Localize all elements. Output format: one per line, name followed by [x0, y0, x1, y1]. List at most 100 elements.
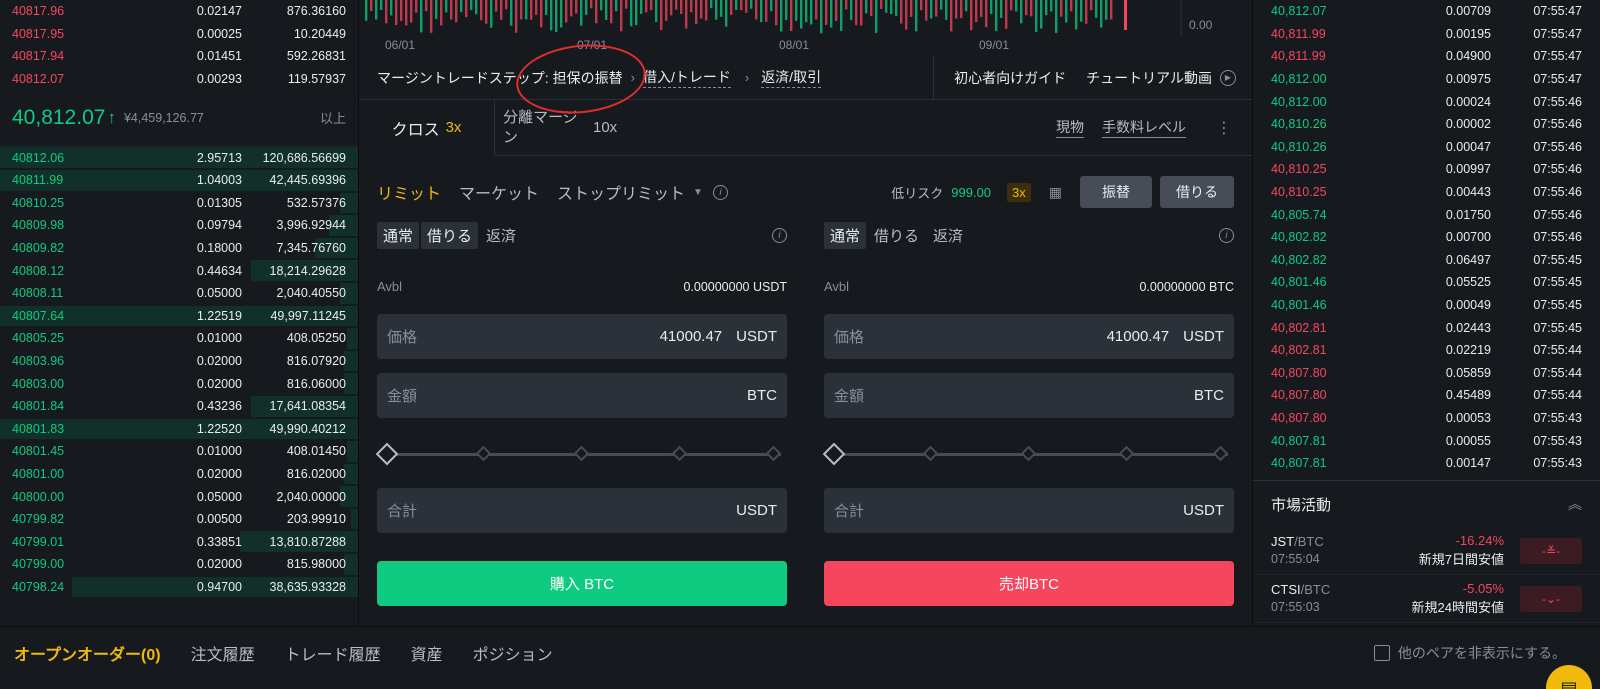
beginner-guide-link[interactable]: 初心者向けガイド	[933, 55, 1086, 100]
bid-total: 2,040.40550	[276, 286, 346, 301]
hide-other-pairs-checkbox[interactable]	[1373, 645, 1390, 661]
buy-total-field[interactable]: 合計 USDT	[377, 488, 787, 533]
bid-row[interactable]: 40799.82 0.00500 203.99910	[0, 508, 358, 531]
step-borrow-trade[interactable]: 借入/トレード	[642, 67, 731, 88]
tab-assets[interactable]: 資産	[411, 641, 443, 665]
bid-row[interactable]: 40810.25 0.01305 532.57376	[0, 192, 358, 215]
sell-price-field[interactable]: 価格 41000.47 USDT	[824, 314, 1234, 359]
volume-bar	[935, 0, 938, 17]
buy-amount-slider[interactable]	[375, 432, 787, 476]
buy-price-value[interactable]: 41000.47	[660, 328, 723, 345]
ma-mid: -16.24% 新規7日間安値	[1391, 532, 1504, 568]
bid-row[interactable]: 40803.00 0.02000 816.06000	[0, 372, 358, 395]
info-icon[interactable]: i	[1219, 227, 1234, 243]
volume-bar	[760, 0, 763, 23]
tab-cross[interactable]: クロス 3x	[359, 99, 495, 156]
buy-button[interactable]: 購入 BTC	[377, 561, 787, 606]
spot-link[interactable]: 現物	[1056, 117, 1084, 138]
order-type-market[interactable]: マーケット	[459, 180, 539, 204]
buy-mode-normal[interactable]: 通常	[377, 221, 420, 249]
bid-row[interactable]: 40812.06 2.95713 120,686.56699	[0, 146, 358, 169]
bid-row[interactable]: 40801.00 0.02000 816.02000	[0, 463, 358, 486]
ask-row[interactable]: 40817.94 0.01451 592.26831	[0, 45, 358, 68]
bid-row[interactable]: 40803.96 0.02000 816.07920	[0, 350, 358, 373]
bid-row[interactable]: 40809.98 0.09794 3,996.92944	[0, 214, 358, 237]
hide-other-pairs[interactable]: 他のペアを非表示にする。	[1373, 643, 1566, 663]
bid-row[interactable]: 40807.64 1.22519 49,997.11245	[0, 305, 358, 328]
bid-row[interactable]: 40809.82 0.18000 7,345.76760	[0, 237, 358, 260]
market-activity-item[interactable]: CTSI/BTC 07:55:03 -5.05% 新規24時間安値 -⌄-	[1253, 575, 1600, 623]
bid-row[interactable]: 40798.24 0.94700 38,635.93328	[0, 576, 358, 599]
bid-total: 408.05250	[286, 331, 346, 346]
info-icon[interactable]: i	[712, 184, 728, 200]
more-options-icon[interactable]: ⋮	[1216, 118, 1232, 138]
tutorial-video-link[interactable]: チュートリアル動画 ▶	[1086, 68, 1252, 88]
bid-row[interactable]: 40808.12 0.44634 18,214.29628	[0, 259, 358, 282]
sell-mode-repay[interactable]: 返済	[927, 222, 969, 249]
ask-row[interactable]: 40817.95 0.00025 10.20449	[0, 23, 358, 46]
sell-mode-borrow[interactable]: 借りる	[868, 222, 925, 249]
slider-step-75[interactable]	[1118, 445, 1135, 462]
trade-row: 40,810.25 0.00443 07:55:46	[1253, 181, 1600, 204]
slider-handle[interactable]	[822, 442, 846, 466]
buy-amount-field[interactable]: 金額 BTC	[377, 373, 787, 418]
bid-row[interactable]: 40801.45 0.01000 408.01450	[0, 440, 358, 463]
slider-step-75[interactable]	[671, 445, 688, 462]
buy-mode-borrow[interactable]: 借りる	[421, 221, 479, 249]
sell-amount-field[interactable]: 金額 BTC	[824, 373, 1234, 418]
slider-step-50[interactable]	[573, 445, 590, 462]
sell-amount-slider[interactable]	[822, 432, 1234, 476]
more-link[interactable]: 以上	[320, 108, 346, 127]
volume-bar	[1015, 0, 1018, 12]
bid-row[interactable]: 40811.99 1.04003 42,445.69396	[0, 169, 358, 192]
tab-open-orders[interactable]: オープンオーダー(0)	[14, 641, 161, 665]
step-repay[interactable]: 返済/取引	[761, 67, 822, 88]
volume-bar	[750, 0, 753, 9]
slider-step-25[interactable]	[475, 445, 492, 462]
trade-time: 07:55:44	[1533, 343, 1582, 358]
sell-total-unit: USDT	[1183, 502, 1224, 519]
tab-positions[interactable]: ポジション	[473, 641, 553, 665]
borrow-button[interactable]: 借りる	[1160, 176, 1234, 208]
ask-row[interactable]: 40812.07 0.00293 119.57937	[0, 68, 358, 91]
collapse-icon[interactable]: ︽	[1568, 494, 1582, 514]
volume-bar	[970, 0, 973, 31]
slider-step-100[interactable]	[1212, 445, 1229, 462]
slider-step-100[interactable]	[765, 445, 782, 462]
last-price-row[interactable]: 40,812.07 ↑ ¥4,459,126.77 以上	[0, 90, 358, 147]
caret-down-icon[interactable]: ▼	[693, 187, 703, 198]
market-activity-item[interactable]: JST/BTC 07:55:04 -16.24% 新規7日間安値 -≚-	[1253, 527, 1600, 575]
transfer-button[interactable]: 振替	[1080, 176, 1152, 208]
buy-price-field[interactable]: 価格 41000.47 USDT	[377, 314, 787, 359]
bid-row[interactable]: 40805.25 0.01000 408.05250	[0, 327, 358, 350]
volume-bar	[635, 0, 638, 26]
ask-row[interactable]: 40817.96 0.02147 876.36160	[0, 0, 358, 23]
tab-trade-history[interactable]: トレード履歴	[285, 641, 381, 665]
sell-mode-normal[interactable]: 通常	[824, 221, 867, 249]
order-type-stop-limit[interactable]: ストップリミット	[557, 180, 685, 204]
depth-volume-chart: 06/01 07/01 08/01 09/01 0.00	[359, 0, 1252, 56]
sell-price-value[interactable]: 41000.47	[1107, 328, 1170, 345]
volume-bar	[370, 0, 373, 12]
order-type-limit[interactable]: リミット	[377, 180, 441, 204]
sell-button[interactable]: 売却BTC	[824, 561, 1234, 606]
bid-row[interactable]: 40800.00 0.05000 2,040.00000	[0, 485, 358, 508]
market-trades-panel: 40,812.07 0.00709 07:55:47 40,811.99 0.00195…	[1253, 0, 1600, 626]
sell-total-field[interactable]: 合計 USDT	[824, 488, 1234, 533]
bid-row[interactable]: 40801.83 1.22520 49,990.40212	[0, 418, 358, 441]
slider-step-50[interactable]	[1020, 445, 1037, 462]
slider-step-25[interactable]	[922, 445, 939, 462]
bid-row[interactable]: 40808.11 0.05000 2,040.40550	[0, 282, 358, 305]
tab-isolated-leverage[interactable]: 10x	[593, 119, 617, 136]
buy-mode-repay[interactable]: 返済	[480, 222, 522, 249]
info-icon[interactable]: i	[772, 227, 787, 243]
step-transfer-collateral[interactable]: 担保の振替	[553, 68, 623, 88]
bid-row[interactable]: 40799.00 0.02000 815.98000	[0, 553, 358, 576]
calculator-icon[interactable]: ▦	[1049, 184, 1062, 201]
bid-row[interactable]: 40799.01 0.33851 13,810.87288	[0, 530, 358, 553]
fee-level-link[interactable]: 手数料レベル	[1102, 117, 1186, 138]
slider-handle[interactable]	[375, 442, 399, 466]
bid-row[interactable]: 40801.84 0.43236 17,641.08354	[0, 395, 358, 418]
tab-isolated[interactable]: 分離マージン	[495, 108, 591, 147]
tab-order-history[interactable]: 注文履歴	[191, 641, 255, 665]
